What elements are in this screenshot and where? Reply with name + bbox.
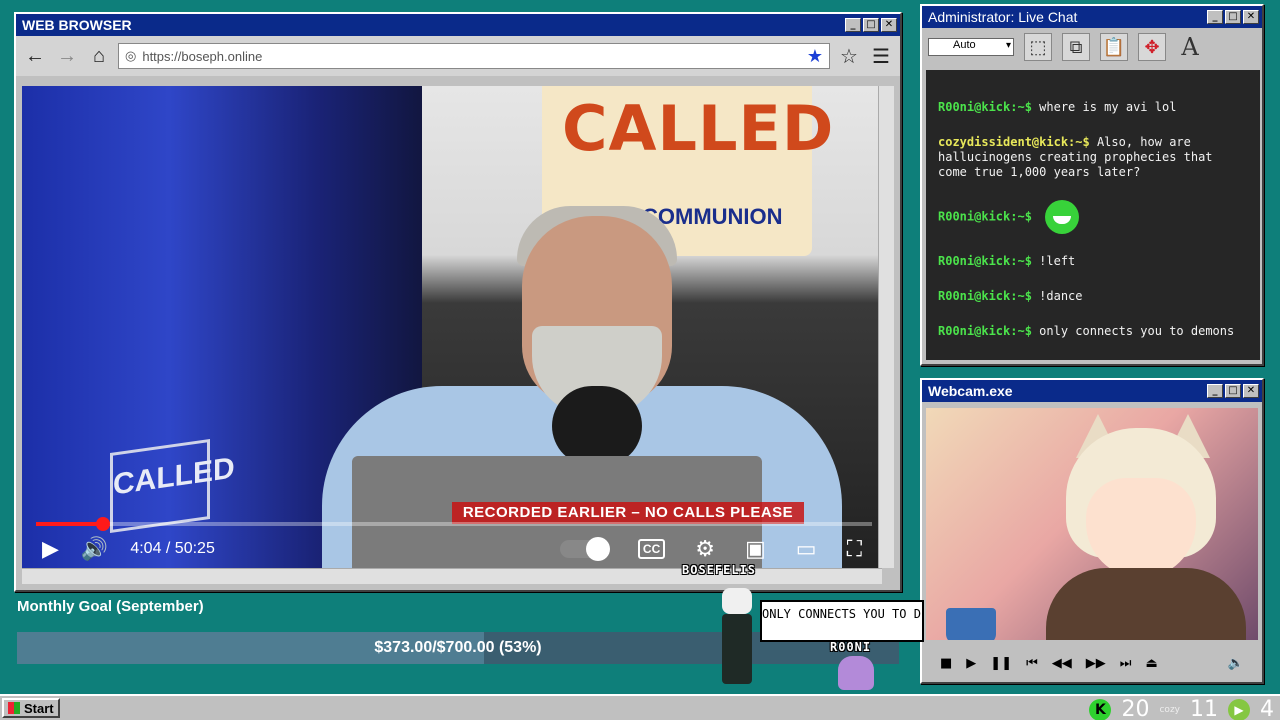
goal-title: Monthly Goal (September) [17,598,204,615]
rumble-play-icon: ▶ [1228,698,1250,720]
avatar-nametag: BOSEFELIS [682,563,757,577]
avatar-nametag: R00NI [830,640,872,654]
speech-bubble: ONLY CONNECTS YOU TO DEMONS [760,600,924,642]
start-button[interactable]: Start [2,698,60,718]
windows-logo-icon [8,702,20,714]
chat-title: Administrator: Live Chat [928,9,1078,25]
browser-window: WEB BROWSER _ □ ✕ ← → ⌂ ◎ https://boseph… [14,12,902,592]
webcam-titlebar[interactable]: Webcam.exe _ □ ✕ [922,380,1262,402]
bookmark-star-icon[interactable]: ★ [807,46,823,67]
chat-maximize-button[interactable]: □ [1225,10,1241,24]
chat-minimize-button[interactable]: _ [1207,10,1223,24]
paste-icon[interactable]: 📋 [1100,33,1128,61]
browser-titlebar[interactable]: WEB BROWSER _ □ ✕ [16,14,900,36]
skip-back-icon[interactable]: ⏮ [1026,656,1038,671]
home-icon[interactable]: ⌂ [86,43,112,69]
pixel-avatar [720,588,754,692]
copy-icon[interactable]: ⧉ [1062,33,1090,61]
forward-arrow-icon[interactable]: → [54,43,80,69]
chat-message: R00ni@kick:~$ [938,200,1248,234]
maximize-button[interactable]: □ [863,18,879,32]
laughing-emote-icon [1045,200,1080,234]
minimize-button[interactable]: _ [845,18,861,32]
move-icon[interactable]: ✥ [1138,33,1166,61]
captions-button[interactable]: CC [637,539,666,559]
pause-icon[interactable]: ❚❚ [990,656,1012,671]
browser-toolbar: ← → ⌂ ◎ https://boseph.online ★ ☆ ☰ [16,36,900,76]
chat-message: R00ni@kick:~$ where is my avi lol [938,100,1177,114]
video-time: 4:04 / 50:25 [130,540,215,557]
chat-message: R00ni@kick:~$ !dance [938,289,1083,303]
address-bar[interactable]: ◎ https://boseph.online ★ [118,43,830,69]
webcam-feed [926,408,1258,640]
chat-toolbar: Auto ⬚ ⧉ 📋 ✥ A [922,28,1262,66]
skip-forward-icon[interactable]: ⏭ [1120,656,1132,671]
menu-icon[interactable]: ☰ [868,43,894,69]
chat-log[interactable]: R00ni@kick:~$ where is my avi lol cozydi… [926,70,1260,360]
chat-window: Administrator: Live Chat _ □ ✕ Auto ⬚ ⧉ … [920,4,1264,366]
cozy-label: cozy [1159,704,1180,715]
microphone [552,386,642,466]
recorded-overlay: RECORDED EARLIER – NO CALLS PLEASE [452,502,804,524]
webcam-maximize-button[interactable]: □ [1225,384,1241,398]
viewer-count: 4 [1260,697,1274,720]
select-icon[interactable]: ⬚ [1024,33,1052,61]
theater-mode-icon[interactable]: ▭ [796,536,817,562]
webcam-minimize-button[interactable]: _ [1207,384,1223,398]
webcam-title: Webcam.exe [928,383,1013,399]
progress-fill [36,522,103,526]
play-icon[interactable]: ▶ [42,536,59,562]
fast-forward-icon[interactable]: ▶▶ [1086,656,1106,671]
system-tray: K 20 cozy 11 ▶ 4 [1089,697,1274,720]
volume-icon[interactable]: 🔊 [81,536,108,562]
mug [946,608,996,640]
back-arrow-icon[interactable]: ← [22,43,48,69]
kick-icon: K [1089,698,1112,720]
settings-gear-icon[interactable]: ⚙ [695,536,715,562]
volume-icon[interactable]: 🔈 [1228,656,1244,671]
pixel-avatar [838,656,874,690]
chat-message: R00ni@kick:~$ only connects you to demon… [938,324,1235,338]
progress-knob[interactable] [95,517,110,531]
vertical-scrollbar[interactable] [878,86,894,568]
webcam-window: Webcam.exe _ □ ✕ ■ ▶ ❚❚ ⏮ ◀◀ ▶▶ ⏭ ⏏ 🔈 [920,378,1264,684]
rewind-icon[interactable]: ◀◀ [1052,656,1072,671]
chat-message: R00ni@kick:~$ !left [938,254,1076,268]
favorites-star-icon[interactable]: ☆ [836,43,862,69]
avatar-body [1046,568,1246,640]
media-controls: ■ ▶ ❚❚ ⏮ ◀◀ ▶▶ ⏭ ⏏ 🔈 [926,648,1258,678]
webcam-close-button[interactable]: ✕ [1243,384,1259,398]
url-text: https://boseph.online [142,48,263,64]
font-icon[interactable]: A [1176,33,1204,61]
show-logo: CALLED [110,438,235,534]
taskbar: Start K 20 cozy 11 ▶ 4 [0,694,1280,720]
globe-icon: ◎ [125,48,137,63]
browser-title: WEB BROWSER [22,17,132,33]
chat-close-button[interactable]: ✕ [1243,10,1259,24]
fullscreen-icon[interactable]: ⛶ [847,536,862,562]
chat-titlebar[interactable]: Administrator: Live Chat _ □ ✕ [922,6,1262,28]
sign-text: CALLED [562,92,835,165]
eject-icon[interactable]: ⏏ [1146,656,1158,671]
close-button[interactable]: ✕ [881,18,897,32]
autoplay-toggle[interactable] [559,537,610,561]
chat-message: cozydissident@kick:~$ Also, how are hall… [938,135,1213,179]
video-player[interactable]: CALLED COMMUNION CALLED RECORDED EARLIER… [22,86,882,568]
avatar-face [1086,478,1196,578]
viewer-count: 11 [1190,697,1218,720]
viewer-count: 20 [1121,697,1150,720]
miniplayer-icon[interactable]: ▣ [745,536,766,562]
stop-icon[interactable]: ■ [940,656,952,671]
font-size-select[interactable]: Auto [928,38,1014,56]
play-icon[interactable]: ▶ [966,656,976,671]
video-progress-bar[interactable] [36,517,872,531]
